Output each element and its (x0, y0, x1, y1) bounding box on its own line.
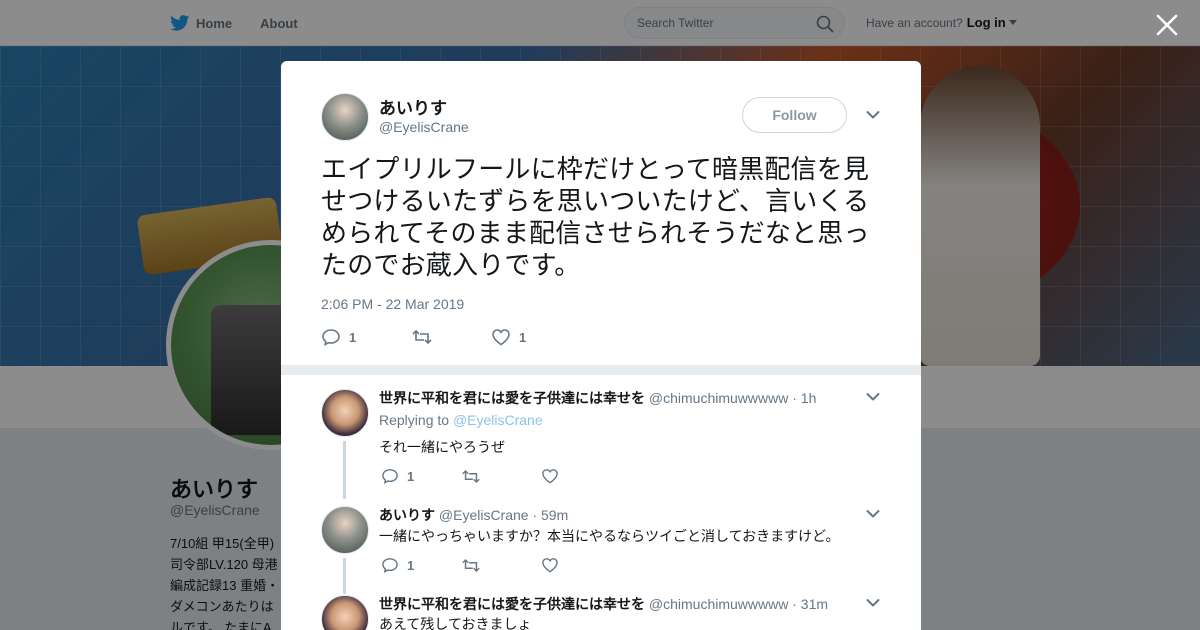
retweet-icon (412, 329, 432, 345)
reply-author-handle[interactable]: @chimuchimuwwwww (649, 596, 788, 612)
chevron-down-icon[interactable] (866, 110, 880, 120)
reply-author-handle[interactable]: @EyelisCrane (439, 507, 529, 523)
reply-text: あえて残しておきましょ (379, 616, 532, 630)
avatar[interactable] (321, 389, 369, 437)
tweet-text: エイプリルフールに枠だけとって暗黒配信を見せつけるいたずらを思いついたけど、言い… (321, 154, 870, 280)
reply-header: 世界に平和を君には愛を子供達には幸せを @chimuchimuwwwww · 1… (379, 388, 816, 408)
reply-icon (382, 558, 398, 573)
tweet-author-name[interactable]: あいりす (379, 94, 447, 119)
like-icon (492, 329, 510, 346)
avatar[interactable] (321, 93, 369, 141)
reply-action-bar: 1 (381, 555, 567, 575)
divider (281, 365, 921, 375)
retweet-icon (462, 469, 480, 483)
chevron-down-icon[interactable] (866, 509, 880, 519)
reply-button[interactable]: 1 (321, 328, 411, 346)
chevron-down-icon[interactable] (866, 598, 880, 608)
avatar[interactable] (321, 595, 369, 630)
reply-author-name[interactable]: 世界に平和を君には愛を子供達には幸せを (379, 390, 645, 406)
reply-time[interactable]: · 31m (792, 596, 828, 612)
reply-count: 1 (407, 557, 415, 573)
like-button[interactable] (541, 557, 567, 573)
retweet-button[interactable] (411, 329, 491, 345)
tweet-action-bar: 1 1 (321, 327, 526, 347)
reply-count: 1 (407, 468, 415, 484)
reply-author-handle[interactable]: @chimuchimuwwwww (649, 390, 788, 406)
avatar[interactable] (321, 506, 369, 554)
reply-time[interactable]: · 59m (532, 507, 568, 523)
replying-to-prefix: Replying to (379, 412, 450, 428)
reply-button[interactable]: 1 (381, 557, 461, 573)
like-icon (542, 469, 558, 484)
tweet-timestamp[interactable]: 2:06 PM - 22 Mar 2019 (321, 296, 464, 312)
reply-text: 一緒にやっちゃいますか？本当にやるならツイごと消しておきますけど。 (379, 528, 840, 544)
reply-button[interactable]: 1 (381, 468, 461, 484)
reply-author-name[interactable]: 世界に平和を君には愛を子供達には幸せを (379, 596, 645, 612)
reply-icon (382, 469, 398, 484)
like-button[interactable] (541, 468, 567, 484)
replying-to-handle[interactable]: @EyelisCrane (453, 412, 543, 428)
reply-author-name[interactable]: あいりす (379, 507, 435, 523)
chevron-down-icon[interactable] (866, 392, 880, 402)
like-icon (542, 558, 558, 573)
retweet-button[interactable] (461, 558, 541, 573)
retweet-button[interactable] (461, 469, 541, 484)
reply-icon (322, 329, 340, 346)
reply-count: 1 (349, 329, 357, 345)
reply-text: それ一緒にやろうぜ (379, 439, 505, 455)
follow-button[interactable]: Follow (742, 97, 847, 133)
reply-header: 世界に平和を君には愛を子供達には幸せを @chimuchimuwwwww · 3… (379, 594, 828, 614)
tweet-modal: あいりす @EyelisCrane Follow エイプリルフールに枠だけとって… (281, 61, 921, 630)
reply-action-bar: 1 (381, 466, 567, 486)
reply-time[interactable]: · 1h (792, 390, 816, 406)
like-button[interactable]: 1 (491, 328, 526, 346)
retweet-icon (462, 558, 480, 572)
thread-line (343, 558, 346, 594)
tweet-author-handle[interactable]: @EyelisCrane (379, 119, 469, 135)
like-count: 1 (519, 329, 527, 345)
reply-header: あいりす @EyelisCrane · 59m (379, 505, 568, 525)
thread-line (343, 441, 346, 499)
close-icon[interactable] (1154, 12, 1180, 38)
replying-to: Replying to @EyelisCrane (379, 412, 543, 428)
